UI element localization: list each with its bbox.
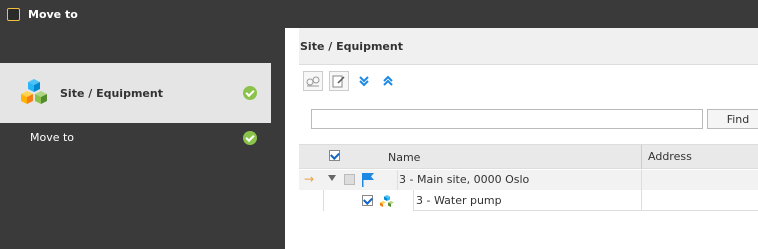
table-row[interactable]: → 3 - Main site, 0000 Oslo <box>299 170 758 190</box>
collapse-toggle[interactable] <box>328 175 336 181</box>
check-icon <box>243 86 257 100</box>
flag-icon <box>362 173 374 187</box>
wizard-steps: Site / Equipment Move to <box>0 28 271 249</box>
toolbar <box>299 65 758 97</box>
step-label: Site / Equipment <box>60 86 163 100</box>
equipment-icon <box>380 195 394 207</box>
cubes-icon <box>21 79 47 104</box>
window-title: Move to <box>28 7 78 21</box>
title-bar: Move to <box>0 0 758 28</box>
collapse-all-icon <box>383 75 393 86</box>
step-site-equipment[interactable]: Site / Equipment <box>0 63 271 123</box>
column-address[interactable]: Address <box>641 145 692 169</box>
search-input[interactable] <box>311 109 703 129</box>
select-site-icon <box>306 76 320 87</box>
column-name[interactable]: Name <box>388 151 420 164</box>
expand-all-icon <box>359 76 369 87</box>
panel-title: Site / Equipment <box>299 28 758 65</box>
row-name: 3 - Water pump <box>413 190 642 211</box>
expand-all-button[interactable] <box>355 72 373 90</box>
current-row-arrow-icon: → <box>304 172 315 186</box>
collapse-all-button[interactable] <box>379 72 397 90</box>
find-button[interactable]: Find <box>707 109 758 129</box>
check-icon <box>243 131 257 145</box>
site-grid: Name Address → 3 - Main site, 0000 Oslo <box>299 144 758 211</box>
select-site-button[interactable] <box>303 71 323 91</box>
row-checkbox[interactable] <box>344 174 355 185</box>
step-move-to[interactable]: Move to <box>30 131 74 144</box>
edit-button[interactable] <box>329 71 349 91</box>
table-row[interactable]: 3 - Water pump <box>299 190 758 211</box>
grid-header: Name Address <box>299 144 758 169</box>
main-panel: Site / Equipment Find Name Address → 3 -… <box>271 28 758 249</box>
row-name: 3 - Main site, 0000 Oslo <box>397 170 642 190</box>
row-address <box>641 190 758 211</box>
edit-icon <box>332 75 345 88</box>
row-checkbox[interactable] <box>362 195 373 206</box>
select-all-checkbox[interactable] <box>329 150 340 161</box>
app-icon <box>7 7 20 21</box>
row-address <box>641 170 758 190</box>
